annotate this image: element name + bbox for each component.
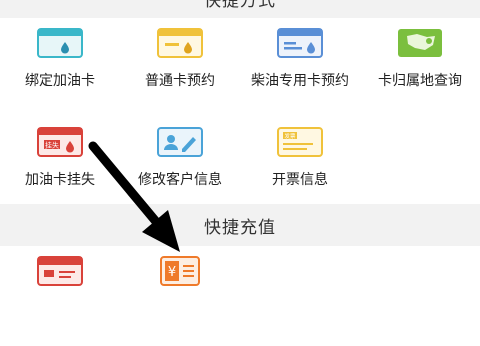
card-location-icon <box>398 29 442 57</box>
diesel-card-reserve-icon <box>277 28 323 58</box>
section-title: 快捷充值 <box>204 217 276 238</box>
topup-card-icon <box>37 256 83 286</box>
quick-edit-customer-label: 修改客户信息 <box>138 172 222 188</box>
invoice-icon: 发票 <box>277 127 323 157</box>
edit-customer-icon <box>157 127 203 157</box>
quick-diesel-reserve-label: 柴油专用卡预约 <box>251 73 349 89</box>
quick-yuan-topup[interactable]: ¥ <box>120 256 240 346</box>
quick-card-location[interactable]: 卡归属地查询 <box>360 28 480 118</box>
yuan-icon-text: ¥ <box>168 265 176 280</box>
section-header-quick-topup: 快捷充值 <box>0 204 480 246</box>
quick-topup-card[interactable] <box>0 256 120 346</box>
section-header-quick-methods: 快捷方式 <box>0 0 480 18</box>
quick-bind-card-label: 绑定加油卡 <box>25 73 95 89</box>
quick-report-loss-label: 加油卡挂失 <box>25 172 95 188</box>
card-bind-icon <box>37 28 83 58</box>
report-loss-icon-text: 挂失 <box>45 141 59 150</box>
section-title: 快捷方式 <box>204 0 276 11</box>
quick-normal-reserve[interactable]: 普通卡预约 <box>120 28 240 118</box>
yuan-topup-icon: ¥ <box>160 256 200 286</box>
quick-card-location-label: 卡归属地查询 <box>378 73 462 89</box>
quick-invoice-label: 开票信息 <box>272 172 328 188</box>
quick-normal-reserve-label: 普通卡预约 <box>145 73 215 89</box>
quick-diesel-reserve[interactable]: 柴油专用卡预约 <box>240 28 360 118</box>
quick-bind-card[interactable]: 绑定加油卡 <box>0 28 120 118</box>
invoice-icon-text: 发票 <box>284 132 296 140</box>
card-report-loss-icon: 挂失 <box>37 127 83 157</box>
card-reserve-icon <box>157 28 203 58</box>
